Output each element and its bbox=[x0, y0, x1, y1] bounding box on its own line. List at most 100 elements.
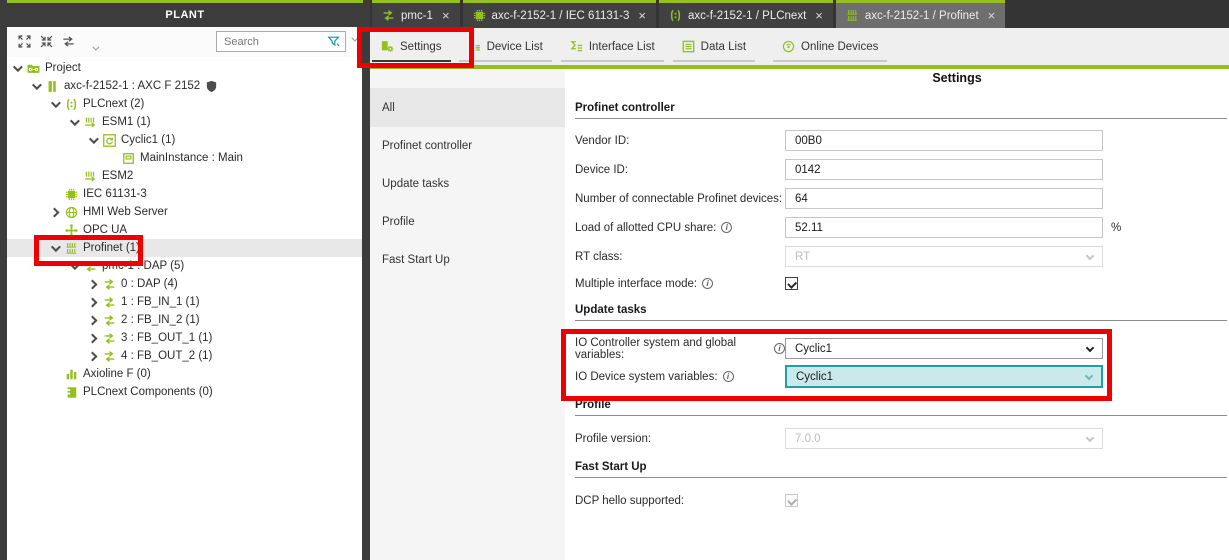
device-list-button[interactable]: Device List bbox=[459, 33, 552, 62]
chevron-right-icon[interactable] bbox=[88, 315, 98, 325]
data-list-button[interactable]: Data List bbox=[673, 33, 755, 62]
tree-item-maininstance[interactable]: MainInstance : Main bbox=[7, 149, 362, 167]
close-icon[interactable]: × bbox=[815, 9, 823, 22]
overflow-chevron-icon[interactable] bbox=[92, 44, 99, 51]
cpu-share-label: Load of allotted CPU share:i bbox=[575, 222, 785, 234]
section-heading-profinet-controller: Profinet controller bbox=[575, 102, 1227, 119]
tree-item-project[interactable]: Project bbox=[7, 59, 362, 77]
tree-item-pmc-1[interactable]: pmc-1 : DAP (5) bbox=[7, 257, 362, 275]
chevron-down-icon[interactable] bbox=[89, 134, 99, 144]
tree-label: 1 : FB_IN_1 (1) bbox=[121, 296, 200, 308]
panel-overflow-chevron-icon[interactable] bbox=[351, 35, 358, 42]
tab-label: pmc-1 bbox=[401, 10, 433, 22]
tree-label: 3 : FB_OUT_1 (1) bbox=[121, 332, 212, 344]
search-box[interactable] bbox=[216, 31, 346, 52]
tree-item-hmi-web-server[interactable]: HMI Web Server bbox=[7, 203, 362, 221]
button-label: Device List bbox=[487, 41, 543, 53]
io-device-label: IO Device system variables:i bbox=[575, 371, 785, 383]
rt-class-dropdown: RT bbox=[785, 246, 1103, 267]
subnav-item-profile[interactable]: Profile bbox=[370, 203, 565, 241]
io-controller-label: IO Controller system and global variable… bbox=[575, 337, 785, 361]
chevron-right-icon[interactable] bbox=[50, 207, 60, 217]
cpu-share-field[interactable] bbox=[785, 217, 1103, 238]
settings-button[interactable]: Settings bbox=[372, 33, 451, 62]
info-icon[interactable]: i bbox=[702, 278, 713, 289]
cpu-share-row: Load of allotted CPU share:i % bbox=[575, 217, 1227, 238]
io-controller-value: Cyclic1 bbox=[795, 343, 832, 355]
info-icon[interactable]: i bbox=[721, 222, 732, 233]
tree-item-0-dap[interactable]: 0 : DAP (4) bbox=[7, 275, 362, 293]
io-controller-dropdown[interactable]: Cyclic1 bbox=[785, 338, 1103, 359]
chevron-down-icon bbox=[1086, 344, 1094, 352]
tree-item-3-fb-out-1[interactable]: 3 : FB_OUT_1 (1) bbox=[7, 329, 362, 347]
compare-arrows-icon[interactable] bbox=[62, 35, 75, 48]
profile-version-dropdown: 7.0.0 bbox=[785, 428, 1103, 449]
expand-all-icon[interactable] bbox=[18, 35, 31, 48]
tree-item-esm2[interactable]: ESM2 bbox=[7, 167, 362, 185]
plcnext-icon bbox=[65, 98, 78, 111]
search-input[interactable] bbox=[217, 36, 327, 48]
tree-item-plcnext[interactable]: PLCnext (2) bbox=[7, 95, 362, 113]
cyclic-task-icon bbox=[103, 134, 116, 147]
tree-item-profinet[interactable]: Profinet (1) bbox=[7, 239, 362, 257]
swap-arrows-icon bbox=[103, 296, 116, 309]
tree-item-plcnext-components[interactable]: PLCnext Components (0) bbox=[7, 383, 362, 401]
io-device-dropdown[interactable]: Cyclic1 bbox=[785, 365, 1103, 388]
button-label: Data List bbox=[701, 41, 746, 53]
connectable-devices-field[interactable] bbox=[785, 188, 1103, 209]
editor-toolbar: Settings Device List Interface List Data… bbox=[370, 28, 1229, 65]
search-filter-icon[interactable] bbox=[327, 35, 340, 48]
multiple-interface-checkbox[interactable] bbox=[785, 277, 798, 290]
chevron-down-icon[interactable] bbox=[51, 242, 61, 252]
subnav-item-all[interactable]: All bbox=[370, 88, 565, 127]
device-id-field[interactable] bbox=[785, 159, 1103, 180]
info-icon[interactable]: i bbox=[774, 343, 785, 354]
collapse-all-icon[interactable] bbox=[40, 35, 53, 48]
button-label: Interface List bbox=[589, 41, 655, 53]
close-icon[interactable]: × bbox=[442, 9, 450, 22]
settings-content: Settings Profinet controller Vendor ID: … bbox=[565, 69, 1229, 560]
chevron-down-icon[interactable] bbox=[32, 80, 42, 90]
chevron-right-icon[interactable] bbox=[88, 297, 98, 307]
interface-list-button[interactable]: Interface List bbox=[561, 33, 664, 62]
tree-item-axioline-f[interactable]: Axioline F (0) bbox=[7, 365, 362, 383]
plant-panel: PLANT Project axc-f-2152-1 : AXC F 2152 … bbox=[0, 0, 370, 560]
tree-item-axc-f-2152-1[interactable]: axc-f-2152-1 : AXC F 2152 bbox=[7, 77, 362, 95]
tree-item-esm1[interactable]: ESM1 (1) bbox=[7, 113, 362, 131]
chevron-down-icon[interactable] bbox=[70, 116, 80, 126]
chevron-down-icon[interactable] bbox=[70, 260, 80, 270]
tab-plcnext[interactable]: axc-f-2152-1 / PLCnext × bbox=[659, 0, 833, 28]
tree-item-2-fb-in-2[interactable]: 2 : FB_IN_2 (1) bbox=[7, 311, 362, 329]
chevron-right-icon[interactable] bbox=[88, 351, 98, 361]
swap-arrows-icon bbox=[84, 260, 97, 273]
tree-item-1-fb-in-1[interactable]: 1 : FB_IN_1 (1) bbox=[7, 293, 362, 311]
tab-iec-61131-3[interactable]: axc-f-2152-1 / IEC 61131-3 × bbox=[463, 0, 656, 28]
subnav-item-profinet-controller[interactable]: Profinet controller bbox=[370, 127, 565, 165]
vendor-id-field[interactable] bbox=[785, 130, 1103, 151]
chevron-down-icon[interactable] bbox=[13, 62, 23, 72]
tree-item-4-fb-out-2[interactable]: 4 : FB_OUT_2 (1) bbox=[7, 347, 362, 365]
tab-pmc-1[interactable]: pmc-1 × bbox=[372, 0, 460, 28]
profile-version-row: Profile version: 7.0.0 bbox=[575, 428, 1227, 449]
tab-profinet[interactable]: axc-f-2152-1 / Profinet × bbox=[836, 0, 1005, 28]
subnav-item-update-tasks[interactable]: Update tasks bbox=[370, 165, 565, 203]
subnav-item-fast-start-up[interactable]: Fast Start Up bbox=[370, 241, 565, 279]
tree-item-opc-ua[interactable]: OPC UA bbox=[7, 221, 362, 239]
shield-icon bbox=[205, 80, 218, 93]
tree-item-cyclic1[interactable]: Cyclic1 (1) bbox=[7, 131, 362, 149]
button-label: Online Devices bbox=[801, 41, 878, 53]
chevron-down-icon[interactable] bbox=[51, 98, 61, 108]
device-id-row: Device ID: bbox=[575, 159, 1227, 180]
close-icon[interactable]: × bbox=[988, 9, 996, 22]
online-devices-button[interactable]: Online Devices bbox=[773, 33, 887, 62]
chevron-right-icon[interactable] bbox=[88, 333, 98, 343]
tree-label: 0 : DAP (4) bbox=[121, 278, 178, 290]
data-list-icon bbox=[682, 40, 695, 53]
vendor-id-row: Vendor ID: bbox=[575, 130, 1227, 151]
tree-label: PLCnext Components (0) bbox=[83, 386, 213, 398]
tree-item-iec-61131-3[interactable]: IEC 61131-3 bbox=[7, 185, 362, 203]
info-icon[interactable]: i bbox=[723, 371, 734, 382]
chevron-right-icon[interactable] bbox=[88, 279, 98, 289]
swap-arrows-icon bbox=[103, 332, 116, 345]
close-icon[interactable]: × bbox=[638, 9, 646, 22]
